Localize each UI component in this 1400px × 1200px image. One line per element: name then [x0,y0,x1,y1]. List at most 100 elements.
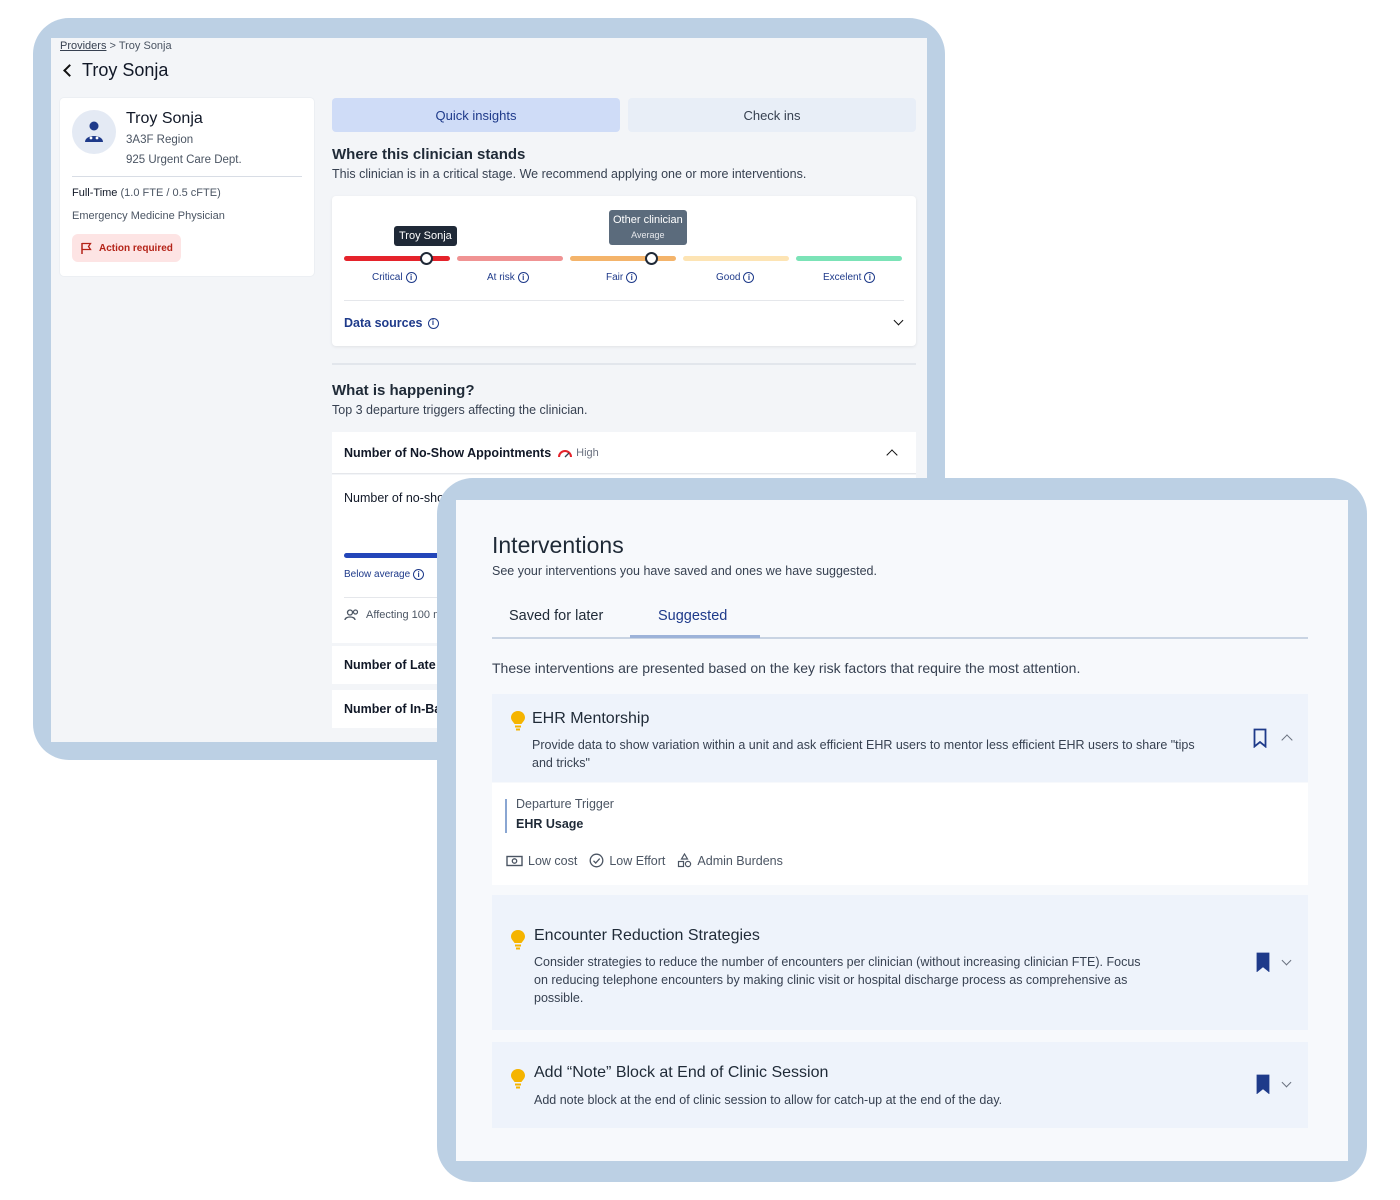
self-marker-knob [420,252,433,265]
interventions-title: Interventions [492,532,624,558]
affecting-row: Affecting 100 mo [344,609,448,621]
flag-icon [81,242,92,254]
tab-suggested[interactable]: Suggested [658,608,727,624]
tag-low-cost: Low cost [506,853,577,868]
chevron-down-icon[interactable] [893,315,904,326]
trigger-level: High [557,447,599,459]
back-arrow-icon[interactable] [63,64,76,77]
info-icon[interactable]: i [405,272,417,283]
tag-low-effort-text: Low Effort [609,853,666,868]
page-title: Troy Sonja [82,60,169,80]
chevron-down-icon[interactable] [1281,955,1292,966]
other-clinician-tooltip: Other clinician Average [609,210,687,245]
info-icon[interactable]: i [413,569,425,580]
lightbulb-icon [511,930,525,950]
breadcrumb-providers-link[interactable]: Providers [60,40,106,52]
interventions-window-frame: Interventions See your interventions you… [437,478,1367,1182]
chevron-up-icon[interactable] [886,449,898,461]
other-clinician-sublabel: Average [631,229,665,240]
below-average-text: Below average [344,569,411,580]
tag-low-effort: Low Effort [589,853,665,868]
stands-subtitle: This clinician is in a critical stage. W… [332,167,807,181]
gauge-icon [558,449,573,457]
departure-trigger-label: Departure Trigger [516,797,614,811]
action-required-label: Action required [99,242,173,254]
stage-card-divider [344,300,904,301]
other-clinician-label: Other clinician [613,214,683,226]
stage-excellent-text: Excelent [823,272,862,283]
trigger-accordion-no-show[interactable]: Number of No-Show Appointments High [332,432,916,474]
info-icon[interactable]: i [517,272,529,283]
employment-fte: (1.0 FTE / 0.5 cFTE) [120,187,221,199]
affecting-text: Affecting 100 mo [366,609,449,621]
breadcrumb: Providers > Troy Sonja [60,40,172,52]
stage-label-at-risk: At risk i [487,272,529,283]
trigger-title: Number of No-Show Appointments [344,445,552,460]
trigger-level-text: High [576,446,599,459]
cash-icon [506,855,523,866]
provider-employment: Full-Time (1.0 FTE / 0.5 cFTE) [72,187,221,199]
lightbulb-icon [511,1069,525,1089]
intervention-title: Add “Note” Block at End of Clinic Sessio… [534,1064,829,1081]
tabs-baseline [492,637,1308,639]
stage-label-fair: Fair i [606,272,638,283]
tag-admin-burdens: Admin Burdens [677,853,783,868]
stage-segment-excellent [796,256,902,261]
page-header: Troy Sonja [63,60,169,81]
other-marker-knob [645,252,658,265]
shapes-icon [678,853,692,868]
intervention-title: EHR Mentorship [532,710,650,727]
users-icon [344,609,359,621]
chevron-up-icon[interactable] [1281,734,1293,746]
tag-admin-burdens-text: Admin Burdens [697,853,783,868]
provider-profile-card: Troy Sonja 3A3F Region 925 Urgent Care D… [60,98,314,276]
stage-segment-fair [570,256,676,261]
stage-segment-at-risk [457,256,563,261]
bookmark-filled-icon[interactable] [1256,1074,1270,1094]
stage-segment-good [683,256,789,261]
provider-name: Troy Sonja [126,110,203,127]
intervention-title: Encounter Reduction Strategies [534,927,760,944]
provider-role: Emergency Medicine Physician [72,210,225,222]
intervention-description: Add note block at the end of clinic sess… [534,1093,1003,1107]
intervention-card-ehr-mentorship[interactable]: EHR Mentorship Provide data to show vari… [492,694,1308,782]
breadcrumb-separator: > [109,40,116,52]
intervention-card-note-block[interactable]: Add “Note” Block at End of Clinic Sessio… [492,1042,1308,1128]
happening-subtitle: Top 3 departure triggers affecting the c… [332,403,588,417]
data-sources-toggle[interactable]: Data sources i [344,316,439,330]
info-icon[interactable]: i [743,272,755,283]
provider-dept: 925 Urgent Care Dept. [126,154,242,166]
profile-divider [72,176,302,177]
interventions-note: These interventions are presented based … [492,660,1081,676]
stage-label-excellent: Excelent i [823,272,876,283]
intervention-description: Provide data to show variation within a … [532,738,1195,771]
intervention-card-encounter-reduction[interactable]: Encounter Reduction Strategies Consider … [492,895,1308,1030]
info-icon[interactable]: i [626,272,638,283]
bookmark-outline-icon[interactable] [1253,728,1267,748]
check-circle-icon [589,853,604,868]
tab-quick-insights[interactable]: Quick insights [332,98,620,132]
tab-saved-for-later[interactable]: Saved for later [509,608,603,624]
bookmark-filled-icon[interactable] [1256,952,1270,972]
tab-check-ins[interactable]: Check ins [628,98,916,132]
departure-trigger-value: EHR Usage [516,817,584,831]
stage-scale-card: Troy Sonja Other clinician Average Criti… [332,196,916,346]
stage-critical-text: Critical [372,272,403,283]
info-icon[interactable]: i [864,272,876,283]
tag-low-cost-text: Low cost [528,853,578,868]
chevron-down-icon[interactable] [1281,1077,1292,1088]
breadcrumb-current: Troy Sonja [118,40,172,52]
active-tab-indicator [630,635,760,638]
lightbulb-icon [511,711,525,731]
self-marker-tooltip: Troy Sonja [394,226,457,246]
section-divider [332,363,916,365]
provider-region: 3A3F Region [126,134,194,146]
data-sources-label: Data sources [344,316,423,330]
intervention-description: Consider strategies to reduce the number… [534,955,1141,1006]
stage-label-critical: Critical i [372,272,417,283]
intervention-detail-ehr: Departure Trigger EHR Usage Low cost Low… [492,783,1308,885]
info-icon[interactable]: i [427,317,439,329]
doctor-avatar-icon [72,110,116,154]
action-required-badge: Action required [72,234,181,262]
employment-type: Full-Time [72,187,118,199]
